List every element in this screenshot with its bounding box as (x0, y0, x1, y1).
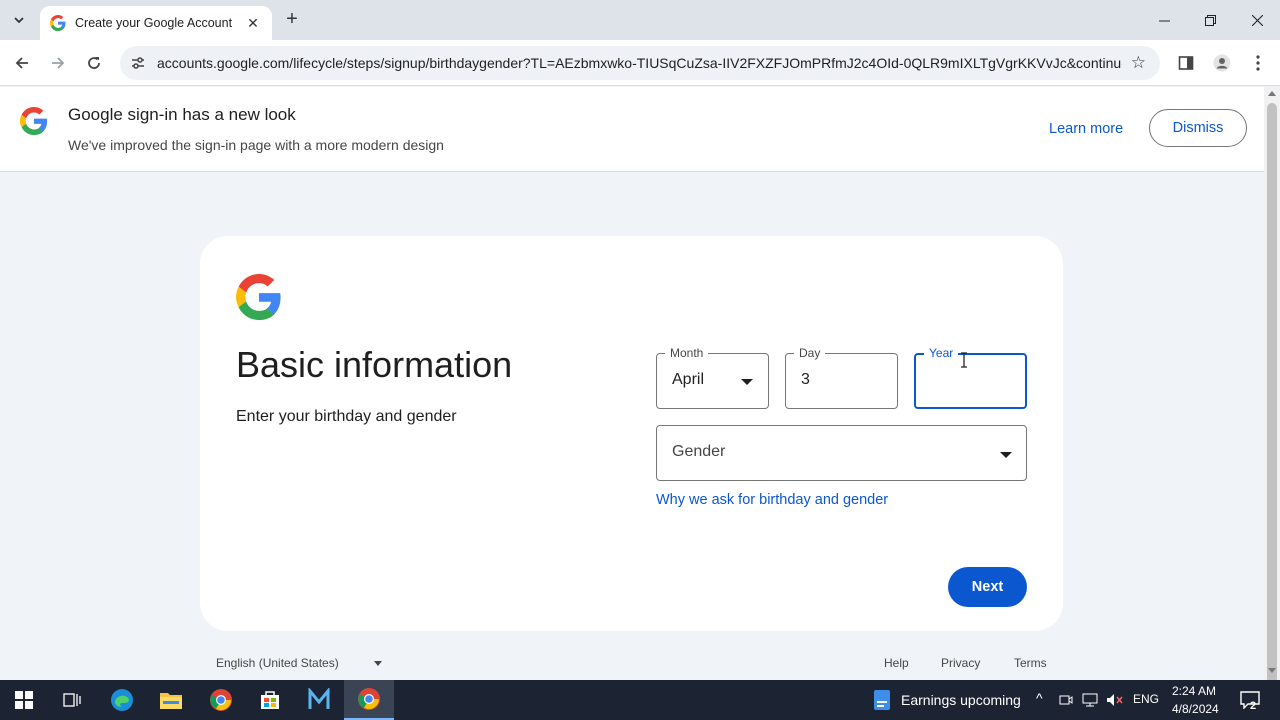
chevron-down-icon (741, 379, 753, 385)
volume-muted-icon[interactable] (1104, 686, 1126, 714)
day-input[interactable]: Day 3 (785, 346, 898, 409)
chevron-down-icon[interactable] (374, 661, 382, 666)
text-cursor-icon (961, 352, 967, 368)
network-icon[interactable] (1080, 686, 1100, 714)
windows-taskbar: Earnings upcoming ^ ENG 2:24 AM 4/8/2024… (0, 680, 1280, 720)
input-language[interactable]: ENG (1133, 692, 1159, 706)
address-bar[interactable]: accounts.google.com/lifecycle/steps/sign… (120, 46, 1160, 80)
day-label: Day (794, 346, 826, 360)
close-icon[interactable]: ✕ (244, 15, 262, 32)
tab-bar: Create your Google Account ✕ + (0, 0, 1280, 40)
month-label: Month (665, 346, 709, 360)
privacy-link[interactable]: Privacy (941, 656, 980, 670)
chrome-icon[interactable] (207, 686, 235, 714)
windows-start-icon[interactable] (10, 686, 38, 714)
next-button[interactable]: Next (948, 567, 1027, 607)
browser-toolbar: accounts.google.com/lifecycle/steps/sign… (0, 40, 1280, 86)
google-logo-icon (236, 274, 281, 320)
month-value: April (672, 371, 705, 388)
scroll-down-icon[interactable] (1268, 668, 1276, 673)
edge-icon[interactable] (108, 686, 136, 714)
page-subtitle: Enter your birthday and gender (236, 408, 457, 425)
file-explorer-icon[interactable] (157, 686, 185, 714)
google-favicon-icon (50, 15, 66, 31)
browser-tab[interactable]: Create your Google Account ✕ (40, 6, 272, 40)
forward-icon[interactable] (46, 51, 70, 75)
scrollbar-thumb[interactable] (1267, 103, 1277, 695)
scroll-up-icon[interactable] (1268, 91, 1276, 96)
task-view-icon[interactable] (58, 686, 86, 714)
language-selector[interactable]: English (United States) (216, 656, 339, 670)
dismiss-button[interactable]: Dismiss (1149, 109, 1247, 147)
why-birthday-gender-link[interactable]: Why we ask for birthday and gender (656, 492, 888, 508)
side-panel-icon[interactable] (1175, 52, 1197, 74)
google-logo-icon (20, 107, 48, 135)
plus-icon[interactable]: + (282, 9, 302, 30)
window-close-icon[interactable] (1234, 0, 1280, 40)
clock-date[interactable]: 4/8/2024 (1172, 702, 1219, 716)
restore-icon[interactable] (1187, 0, 1233, 40)
store-icon[interactable] (256, 686, 284, 714)
profile-icon[interactable] (1211, 52, 1233, 74)
menu-icon[interactable] (1247, 52, 1269, 74)
app-icon[interactable] (305, 686, 333, 714)
page-title: Basic information (236, 344, 513, 385)
site-settings-icon[interactable] (130, 54, 148, 72)
day-value: 3 (801, 371, 810, 388)
chevron-down-icon (1000, 452, 1012, 458)
news-widget-text[interactable]: Earnings upcoming (901, 692, 1021, 708)
tab-title: Create your Google Account (75, 16, 233, 30)
learn-more-link[interactable]: Learn more (1049, 121, 1123, 137)
help-link[interactable]: Help (884, 656, 909, 670)
reload-icon[interactable] (82, 51, 106, 75)
chrome-active-icon[interactable] (344, 680, 394, 720)
minimize-icon[interactable] (1141, 0, 1187, 40)
chevron-up-icon[interactable]: ^ (1036, 690, 1043, 706)
year-input[interactable]: Year (914, 346, 1027, 409)
meet-now-icon[interactable] (1056, 686, 1076, 714)
page-scrollbar[interactable] (1264, 87, 1280, 695)
signup-card: Basic information Enter your birthday an… (200, 236, 1063, 631)
notification-count: 2 (1250, 700, 1257, 712)
gender-select[interactable]: Gender (656, 425, 1027, 481)
banner-subtitle: We've improved the sign-in page with a m… (68, 137, 444, 153)
banner-title: Google sign-in has a new look (68, 105, 296, 124)
news-icon[interactable] (868, 686, 896, 714)
back-icon[interactable] (10, 51, 34, 75)
star-icon[interactable]: ☆ (1131, 53, 1146, 73)
month-select[interactable]: Month April (656, 346, 769, 409)
new-look-banner: Google sign-in has a new look We've impr… (0, 87, 1264, 172)
terms-link[interactable]: Terms (1014, 656, 1047, 670)
clock-time[interactable]: 2:24 AM (1172, 684, 1216, 698)
gender-placeholder: Gender (672, 443, 726, 460)
tab-search-icon[interactable] (6, 8, 32, 32)
url-text: accounts.google.com/lifecycle/steps/sign… (157, 55, 1122, 71)
year-label: Year (924, 346, 959, 360)
